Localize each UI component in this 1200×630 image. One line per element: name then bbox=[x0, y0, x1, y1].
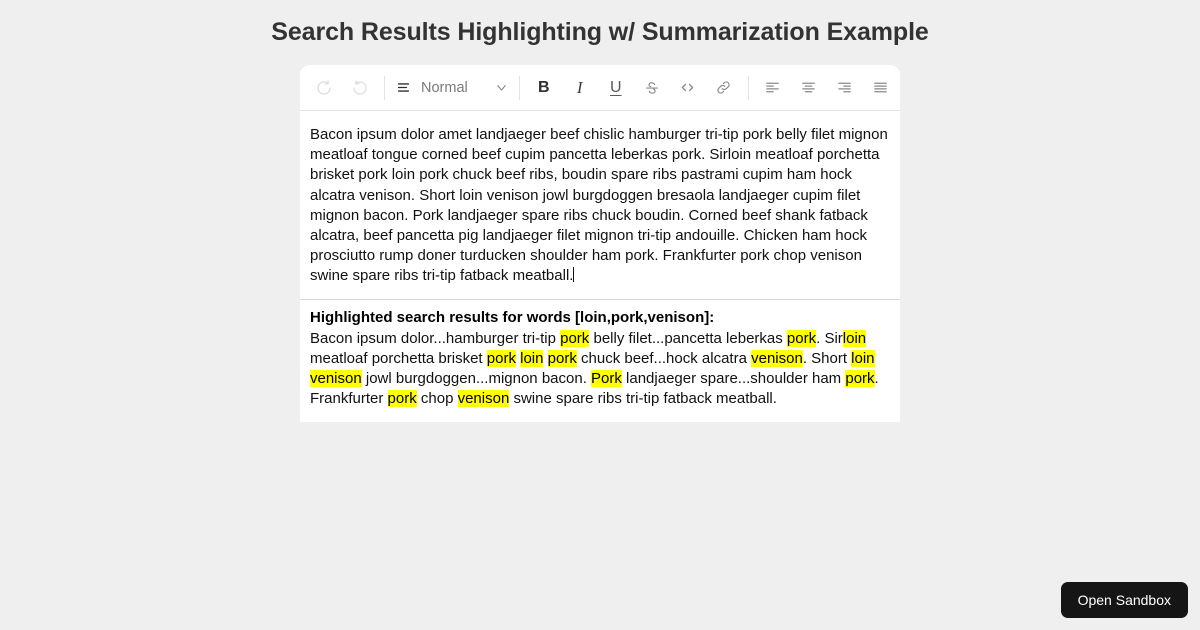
align-right-icon bbox=[838, 82, 852, 93]
highlighted-term: pork bbox=[547, 350, 577, 368]
italic-icon: I bbox=[576, 78, 583, 97]
result-text-segment: landjaeger spare...shoulder ham bbox=[621, 370, 846, 388]
highlighted-term: loin bbox=[520, 350, 544, 368]
chevron-down-icon bbox=[494, 80, 509, 95]
underline-icon: U bbox=[609, 78, 622, 96]
result-text-segment: meatloaf porchetta brisket bbox=[310, 350, 487, 368]
paragraph-style-label: Normal bbox=[421, 79, 468, 96]
align-justify-button[interactable] bbox=[863, 71, 899, 105]
editor-card: Normal B I U Bacon ipsum dolor amet land… bbox=[300, 65, 900, 422]
paragraph-style-dropdown[interactable]: Normal bbox=[391, 71, 513, 105]
result-text-segment: belly filet...pancetta leberkas bbox=[589, 329, 787, 347]
highlighted-term: pork bbox=[560, 329, 590, 347]
link-icon bbox=[717, 81, 730, 94]
strikethrough-icon bbox=[645, 81, 658, 94]
paragraph-icon bbox=[395, 79, 412, 96]
italic-button[interactable]: I bbox=[562, 71, 598, 105]
highlighted-term: pork bbox=[786, 329, 817, 347]
result-text-segment: swine spare ribs tri-tip fatback meatbal… bbox=[509, 390, 777, 408]
open-sandbox-button[interactable]: Open Sandbox bbox=[1060, 582, 1188, 618]
result-text-segment: jowl burgdoggen...mignon bacon. bbox=[361, 370, 592, 388]
results-heading: Highlighted search results for words [lo… bbox=[310, 308, 715, 326]
search-results-panel: Highlighted search results for words [lo… bbox=[300, 300, 900, 422]
toolbar-divider-1 bbox=[384, 75, 385, 100]
toolbar-divider-2 bbox=[518, 75, 520, 100]
align-left-icon bbox=[766, 82, 780, 93]
highlighted-term: pork bbox=[845, 370, 875, 388]
result-text-segment: Bacon ipsum dolor...hamburger tri-tip bbox=[310, 329, 561, 347]
align-center-icon bbox=[802, 82, 816, 93]
highlighted-term: pork bbox=[486, 350, 516, 368]
undo-icon bbox=[317, 79, 331, 95]
highlighted-term: venison bbox=[310, 370, 362, 388]
align-right-button[interactable] bbox=[827, 71, 863, 105]
code-icon bbox=[681, 83, 694, 92]
result-text-segment: chop bbox=[416, 390, 458, 408]
text-caret bbox=[573, 267, 575, 283]
align-left-button[interactable] bbox=[755, 71, 791, 105]
highlighted-term: venison bbox=[751, 350, 803, 368]
undo-button[interactable] bbox=[306, 71, 342, 105]
link-button[interactable] bbox=[706, 71, 742, 105]
editor-text: Bacon ipsum dolor amet landjaeger beef c… bbox=[310, 126, 888, 285]
toolbar-divider-3 bbox=[747, 75, 749, 100]
rich-text-editor[interactable]: Bacon ipsum dolor amet landjaeger beef c… bbox=[300, 111, 900, 300]
redo-button[interactable] bbox=[342, 71, 378, 105]
highlighted-term: loin bbox=[842, 329, 867, 347]
result-text-segment: chuck beef...hock alcatra bbox=[576, 350, 752, 368]
result-text-segment: . Sir bbox=[816, 329, 843, 347]
page-title: Search Results Highlighting w/ Summariza… bbox=[271, 18, 929, 46]
bold-button[interactable]: B bbox=[526, 71, 562, 105]
align-justify-icon bbox=[874, 82, 888, 93]
underline-button[interactable]: U bbox=[598, 71, 634, 105]
redo-icon bbox=[353, 79, 367, 95]
code-button[interactable] bbox=[670, 71, 706, 105]
result-text-segment: . Short bbox=[802, 350, 852, 368]
editor-paragraph: Bacon ipsum dolor amet landjaeger beef c… bbox=[310, 125, 890, 287]
align-center-button[interactable] bbox=[791, 71, 827, 105]
editor-toolbar: Normal B I U bbox=[300, 65, 900, 111]
strikethrough-button[interactable] bbox=[634, 71, 670, 105]
bold-icon: B bbox=[537, 78, 550, 96]
highlighted-term: Pork bbox=[591, 370, 622, 388]
highlighted-term: loin bbox=[851, 350, 875, 368]
highlighted-term: pork bbox=[387, 390, 417, 408]
results-summary-text: Bacon ipsum dolor...hamburger tri-tip po… bbox=[310, 329, 890, 410]
highlighted-term: venison bbox=[457, 390, 510, 408]
